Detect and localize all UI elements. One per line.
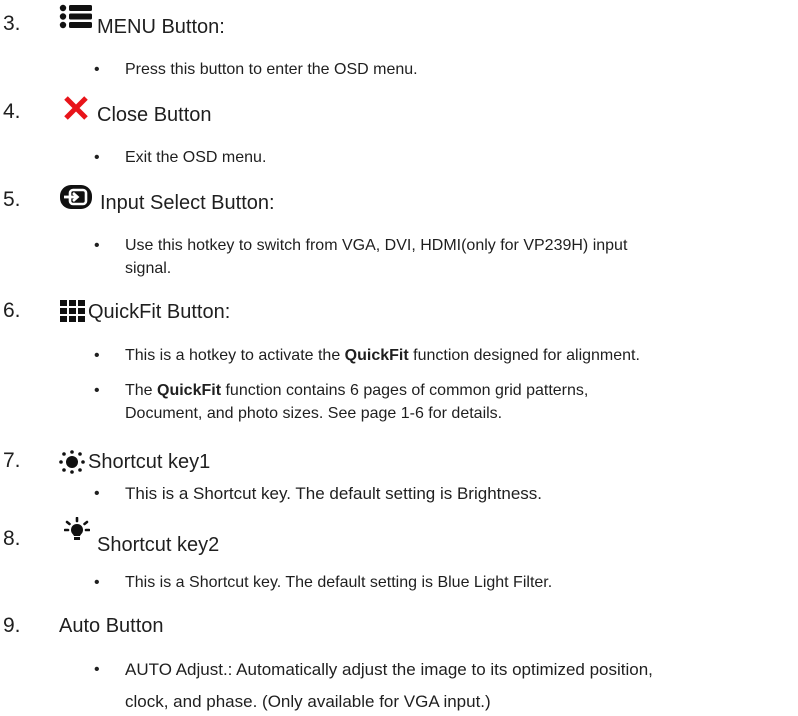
item-number: 7. — [3, 449, 21, 472]
quickfit-term: QuickFit — [157, 382, 222, 399]
menu-icon — [59, 4, 92, 29]
bullet-text: This is a Shortcut key. The default sett… — [125, 574, 553, 591]
item-title: Close Button — [97, 104, 212, 126]
item-title: Shortcut key1 — [88, 451, 211, 473]
item-number: 8. — [3, 527, 21, 550]
bullet-dot: • — [94, 237, 100, 254]
bullet-text: This is a hotkey to activate the QuickFi… — [125, 344, 640, 367]
item-number: 9. — [3, 614, 21, 637]
item-number: 4. — [3, 100, 21, 123]
quickfit-grid-icon — [60, 300, 85, 322]
item-heading: 7. Shortcut key1 — [0, 445, 798, 477]
item-heading: 8. Shortcut key2 — [0, 517, 798, 556]
bullet-text-line2: clock, and phase. (Only available for VG… — [125, 692, 491, 711]
item-number: 3. — [3, 12, 21, 35]
manual-page: 3. MENU Button: • Press this button to e… — [0, 0, 798, 716]
bullet-text-line2: signal. — [125, 260, 172, 277]
bullet-text: Press this button to enter the OSD menu. — [125, 61, 418, 78]
item-number: 5. — [3, 188, 21, 211]
item-title: Auto Button — [59, 615, 164, 637]
bullet-text-post: function designed for alignment. — [408, 347, 640, 364]
bullet-text-pre: The — [125, 382, 158, 399]
bullet-dot: • — [94, 149, 100, 166]
bullet-dot: • — [94, 485, 100, 502]
bullet-text: The QuickFit function contains 6 pages o… — [125, 379, 588, 402]
brightness-icon — [59, 450, 85, 474]
blue-light-icon — [64, 517, 90, 540]
item-heading: 6. QuickFit Button: — [0, 295, 798, 327]
item-title: Input Select Button: — [100, 192, 275, 214]
bullet-text: Exit the OSD menu. — [125, 149, 267, 166]
item-heading: 4. Close Button — [0, 96, 798, 128]
bullet-text-post: function contains 6 pages of common grid… — [221, 382, 589, 399]
bullet-text-pre: This is a hotkey to activate the — [125, 347, 345, 364]
item-heading: 9. Auto Button — [0, 610, 798, 642]
bullet-text-line1: Use this hotkey to switch from VGA, DVI,… — [125, 237, 628, 254]
item-heading: 5. Input Select Button: — [0, 184, 798, 216]
item-title: Shortcut key2 — [97, 534, 220, 556]
bullet-dot: • — [94, 382, 100, 399]
bullet-text-line2: Document, and photo sizes. See page 1-6 … — [125, 405, 503, 422]
item-title: MENU Button: — [97, 16, 225, 38]
input-select-icon — [60, 185, 92, 209]
bullet-text: This is a Shortcut key. The default sett… — [125, 484, 543, 503]
item-title: QuickFit Button: — [88, 301, 231, 323]
bullet-dot: • — [94, 347, 100, 364]
bullet-dot: • — [94, 574, 100, 591]
item-heading: 3. MENU Button: — [0, 4, 798, 40]
close-icon — [64, 96, 88, 120]
bullet-dot: • — [94, 661, 100, 678]
quickfit-term: QuickFit — [344, 347, 409, 364]
bullet-dot: • — [94, 61, 100, 78]
item-number: 6. — [3, 299, 21, 322]
bullet-text-line1: AUTO Adjust.: Automatically adjust the i… — [125, 660, 653, 679]
